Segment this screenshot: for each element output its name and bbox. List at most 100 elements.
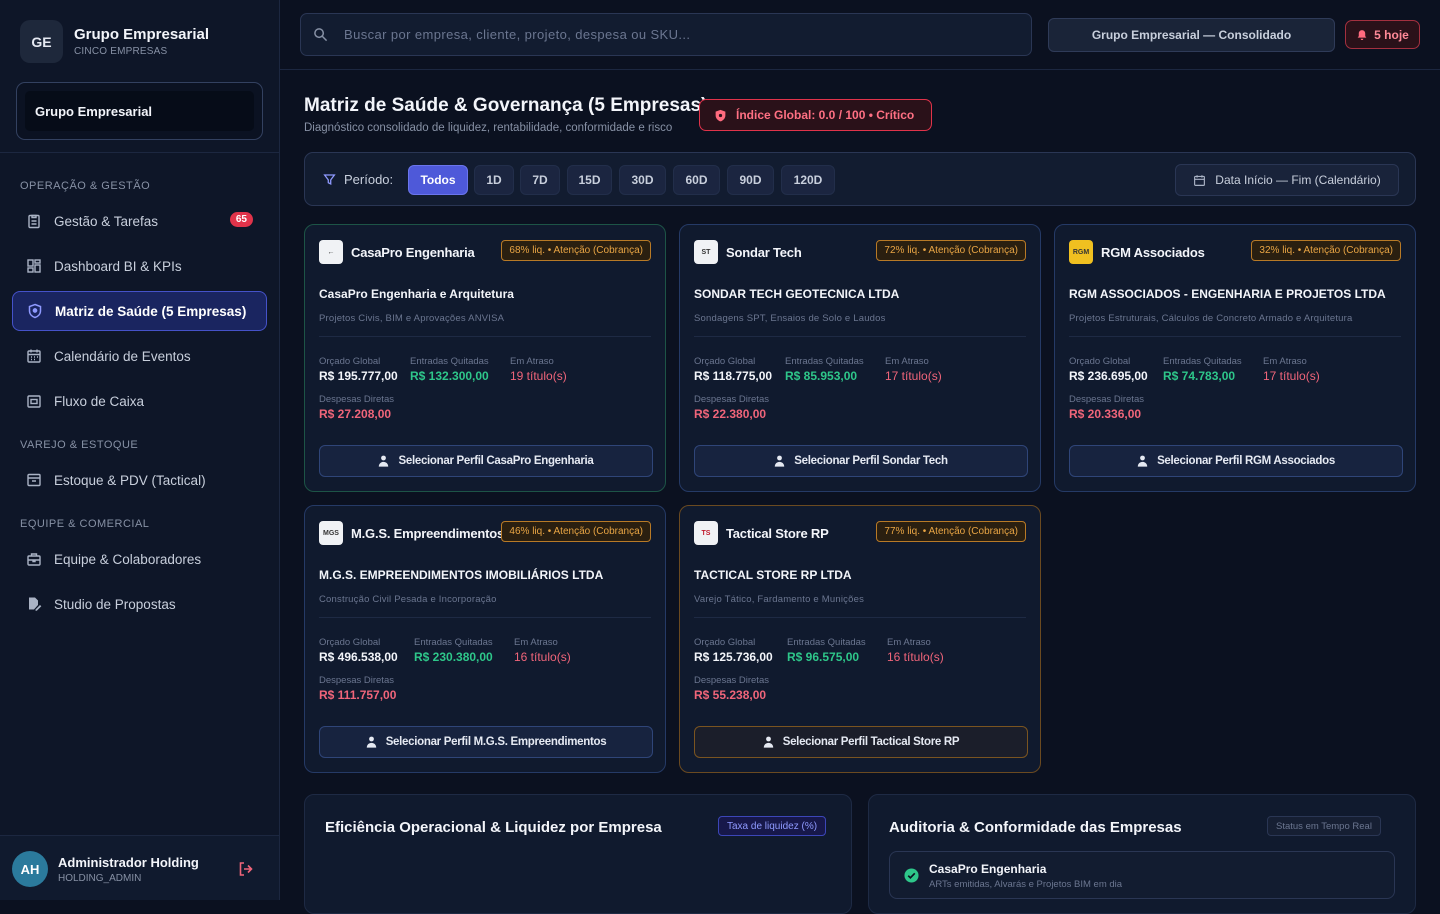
sidebar-item-equipe[interactable]: Equipe & Colaboradores: [12, 539, 267, 579]
metric-label: Em Atraso: [510, 356, 554, 367]
period-button-7d[interactable]: 7D: [520, 165, 560, 195]
metric-label: Em Atraso: [1263, 356, 1307, 367]
metric-expenses: Despesas Diretas R$ 55.238,00: [694, 675, 769, 702]
period-button-todos[interactable]: Todos: [408, 165, 468, 195]
company-description: Projetos Estruturais, Cálculos de Concre…: [1069, 313, 1353, 324]
period-button-1d[interactable]: 1D: [474, 165, 514, 195]
period-button-60d[interactable]: 60D: [673, 165, 720, 195]
user-role: HOLDING_ADMIN: [58, 873, 142, 884]
metric-paid: Entradas Quitadas R$ 230.380,00: [414, 637, 493, 664]
metric-value: R$ 27.208,00: [319, 407, 392, 421]
filter-icon: [323, 174, 336, 186]
audit-item-name: CasaPro Engenharia: [929, 862, 1047, 876]
sidebar-item-studio-propostas[interactable]: Studio de Propostas: [12, 584, 267, 624]
audit-item[interactable]: CasaPro Engenharia ARTs emitidas, Alvará…: [889, 851, 1395, 899]
efficiency-panel-title: Eficiência Operacional & Liquidez por Em…: [325, 819, 662, 836]
metric-value: R$ 118.775,00: [694, 369, 773, 383]
sidebar-item-calendario[interactable]: Calendário de Eventos: [12, 336, 267, 376]
company-legal-name: SONDAR TECH GEOTECNICA LTDA: [694, 287, 900, 301]
select-profile-button[interactable]: Selecionar Perfil M.G.S. Empreendimentos: [319, 726, 653, 758]
company-selector[interactable]: Grupo Empresarial: [16, 82, 263, 140]
company-logo: TS: [694, 521, 718, 545]
metric-value: R$ 195.777,00: [319, 369, 398, 383]
notifications-button[interactable]: 5 hoje: [1345, 20, 1420, 49]
metric-overdue: Em Atraso 16 título(s): [514, 637, 571, 664]
company-name: M.G.S. Empreendimentos: [351, 526, 505, 541]
metric-overdue: Em Atraso 19 título(s): [510, 356, 567, 383]
metric-label: Despesas Diretas: [1069, 394, 1144, 405]
brand: GE Grupo Empresarial CINCO EMPRESAS: [20, 20, 209, 63]
sidebar-item-label: Matriz de Saúde (5 Empresas): [55, 303, 247, 319]
period-filter-bar: Período: Todos 1D 7D 15D 30D 60D 90D 120…: [304, 152, 1416, 206]
consolidated-view-button[interactable]: Grupo Empresarial — Consolidado: [1048, 18, 1335, 52]
select-profile-button[interactable]: Selecionar Perfil Tactical Store RP: [694, 726, 1028, 758]
realtime-status-pill: Status em Tempo Real: [1267, 816, 1381, 836]
audit-item-desc: ARTs emitidas, Alvarás e Projetos BIM em…: [929, 879, 1123, 890]
select-profile-button[interactable]: Selecionar Perfil RGM Associados: [1069, 445, 1403, 477]
avatar[interactable]: AH: [12, 851, 48, 887]
sidebar-item-dashboard[interactable]: Dashboard BI & KPIs: [12, 246, 267, 286]
metric-overdue: Em Atraso 16 título(s): [887, 637, 944, 664]
page-subtitle: Diagnóstico consolidado de liquidez, ren…: [304, 122, 673, 134]
metric-expenses: Despesas Diretas R$ 20.336,00: [1069, 394, 1144, 421]
global-index-badge: Índice Global: 0.0 / 100 • Crítico: [699, 99, 932, 131]
metric-budget: Orçado Global R$ 496.538,00: [319, 637, 398, 664]
sidebar-item-estoque-pdv[interactable]: Estoque & PDV (Tactical): [12, 460, 267, 500]
sidebar-item-matriz-saude[interactable]: Matriz de Saúde (5 Empresas): [12, 291, 267, 331]
metric-value: R$ 236.695,00: [1069, 369, 1148, 383]
liquidity-badge: 72% liq. • Atenção (Cobrança): [876, 240, 1026, 261]
company-logo: ST: [694, 240, 718, 264]
metric-value: 17 título(s): [1263, 369, 1320, 383]
card-divider: [694, 617, 1026, 618]
user-name: Administrador Holding: [58, 855, 199, 870]
company-selector-value[interactable]: Grupo Empresarial: [25, 91, 254, 131]
metric-value: R$ 74.783,00: [1163, 369, 1236, 383]
search-box[interactable]: [300, 13, 1032, 56]
shield-icon: [28, 303, 42, 319]
metric-label: Despesas Diretas: [694, 394, 769, 405]
nav-section-operacao: OPERAÇÃO & GESTÃO: [20, 180, 151, 192]
metric-overdue: Em Atraso 17 título(s): [1263, 356, 1320, 383]
period-button-15d[interactable]: 15D: [567, 165, 612, 195]
company-logo: ←: [319, 240, 343, 264]
brand-title: Grupo Empresarial: [74, 26, 210, 43]
metric-label: Entradas Quitadas: [787, 637, 866, 648]
metric-value: R$ 111.757,00: [319, 688, 397, 702]
metric-paid: Entradas Quitadas R$ 85.953,00: [785, 356, 864, 383]
company-description: Projetos Civis, BIM e Aprovações ANVISA: [319, 313, 505, 324]
audit-panel: Auditoria & Conformidade das Empresas St…: [868, 794, 1416, 914]
card-divider: [694, 336, 1026, 337]
calendar-icon: [1194, 174, 1206, 186]
period-button-30d[interactable]: 30D: [619, 165, 666, 195]
period-filter-label: Período:: [323, 172, 393, 187]
search-input[interactable]: [344, 27, 994, 42]
metric-budget: Orçado Global R$ 118.775,00: [694, 356, 772, 383]
period-label-text: Período:: [344, 172, 394, 187]
logout-icon[interactable]: [238, 861, 254, 877]
metric-label: Orçado Global: [319, 637, 381, 648]
metric-value: 16 título(s): [514, 650, 571, 664]
date-range-button[interactable]: Data Início — Fim (Calendário): [1175, 164, 1399, 196]
metric-budget: Orçado Global R$ 125.736,00: [694, 637, 773, 664]
card-divider: [1069, 336, 1401, 337]
check-circle-icon: [904, 868, 919, 883]
liquidity-badge: 77% liq. • Atenção (Cobrança): [876, 521, 1026, 542]
period-button-120d[interactable]: 120D: [781, 165, 835, 195]
select-profile-label: Selecionar Perfil Tactical Store RP: [782, 736, 960, 748]
metric-label: Despesas Diretas: [319, 394, 394, 405]
metric-value: 17 título(s): [885, 369, 942, 383]
metric-label: Em Atraso: [885, 356, 929, 367]
user-icon: [379, 455, 389, 467]
period-button-90d[interactable]: 90D: [727, 165, 774, 195]
metric-label: Em Atraso: [887, 637, 931, 648]
company-logo: MGS: [319, 521, 343, 545]
metric-label: Orçado Global: [1069, 356, 1131, 367]
company-card-sondar: ST Sondar Tech 72% liq. • Atenção (Cobra…: [679, 224, 1041, 492]
company-name: Sondar Tech: [726, 245, 802, 260]
search-icon: [314, 28, 328, 42]
select-profile-button[interactable]: Selecionar Perfil Sondar Tech: [694, 445, 1028, 477]
select-profile-button[interactable]: Selecionar Perfil CasaPro Engenharia: [319, 445, 653, 477]
company-name: RGM Associados: [1101, 245, 1205, 260]
sidebar-item-gestao-tarefas[interactable]: Gestão & Tarefas 65: [12, 201, 267, 241]
sidebar-item-fluxo-caixa[interactable]: Fluxo de Caixa: [12, 381, 267, 421]
